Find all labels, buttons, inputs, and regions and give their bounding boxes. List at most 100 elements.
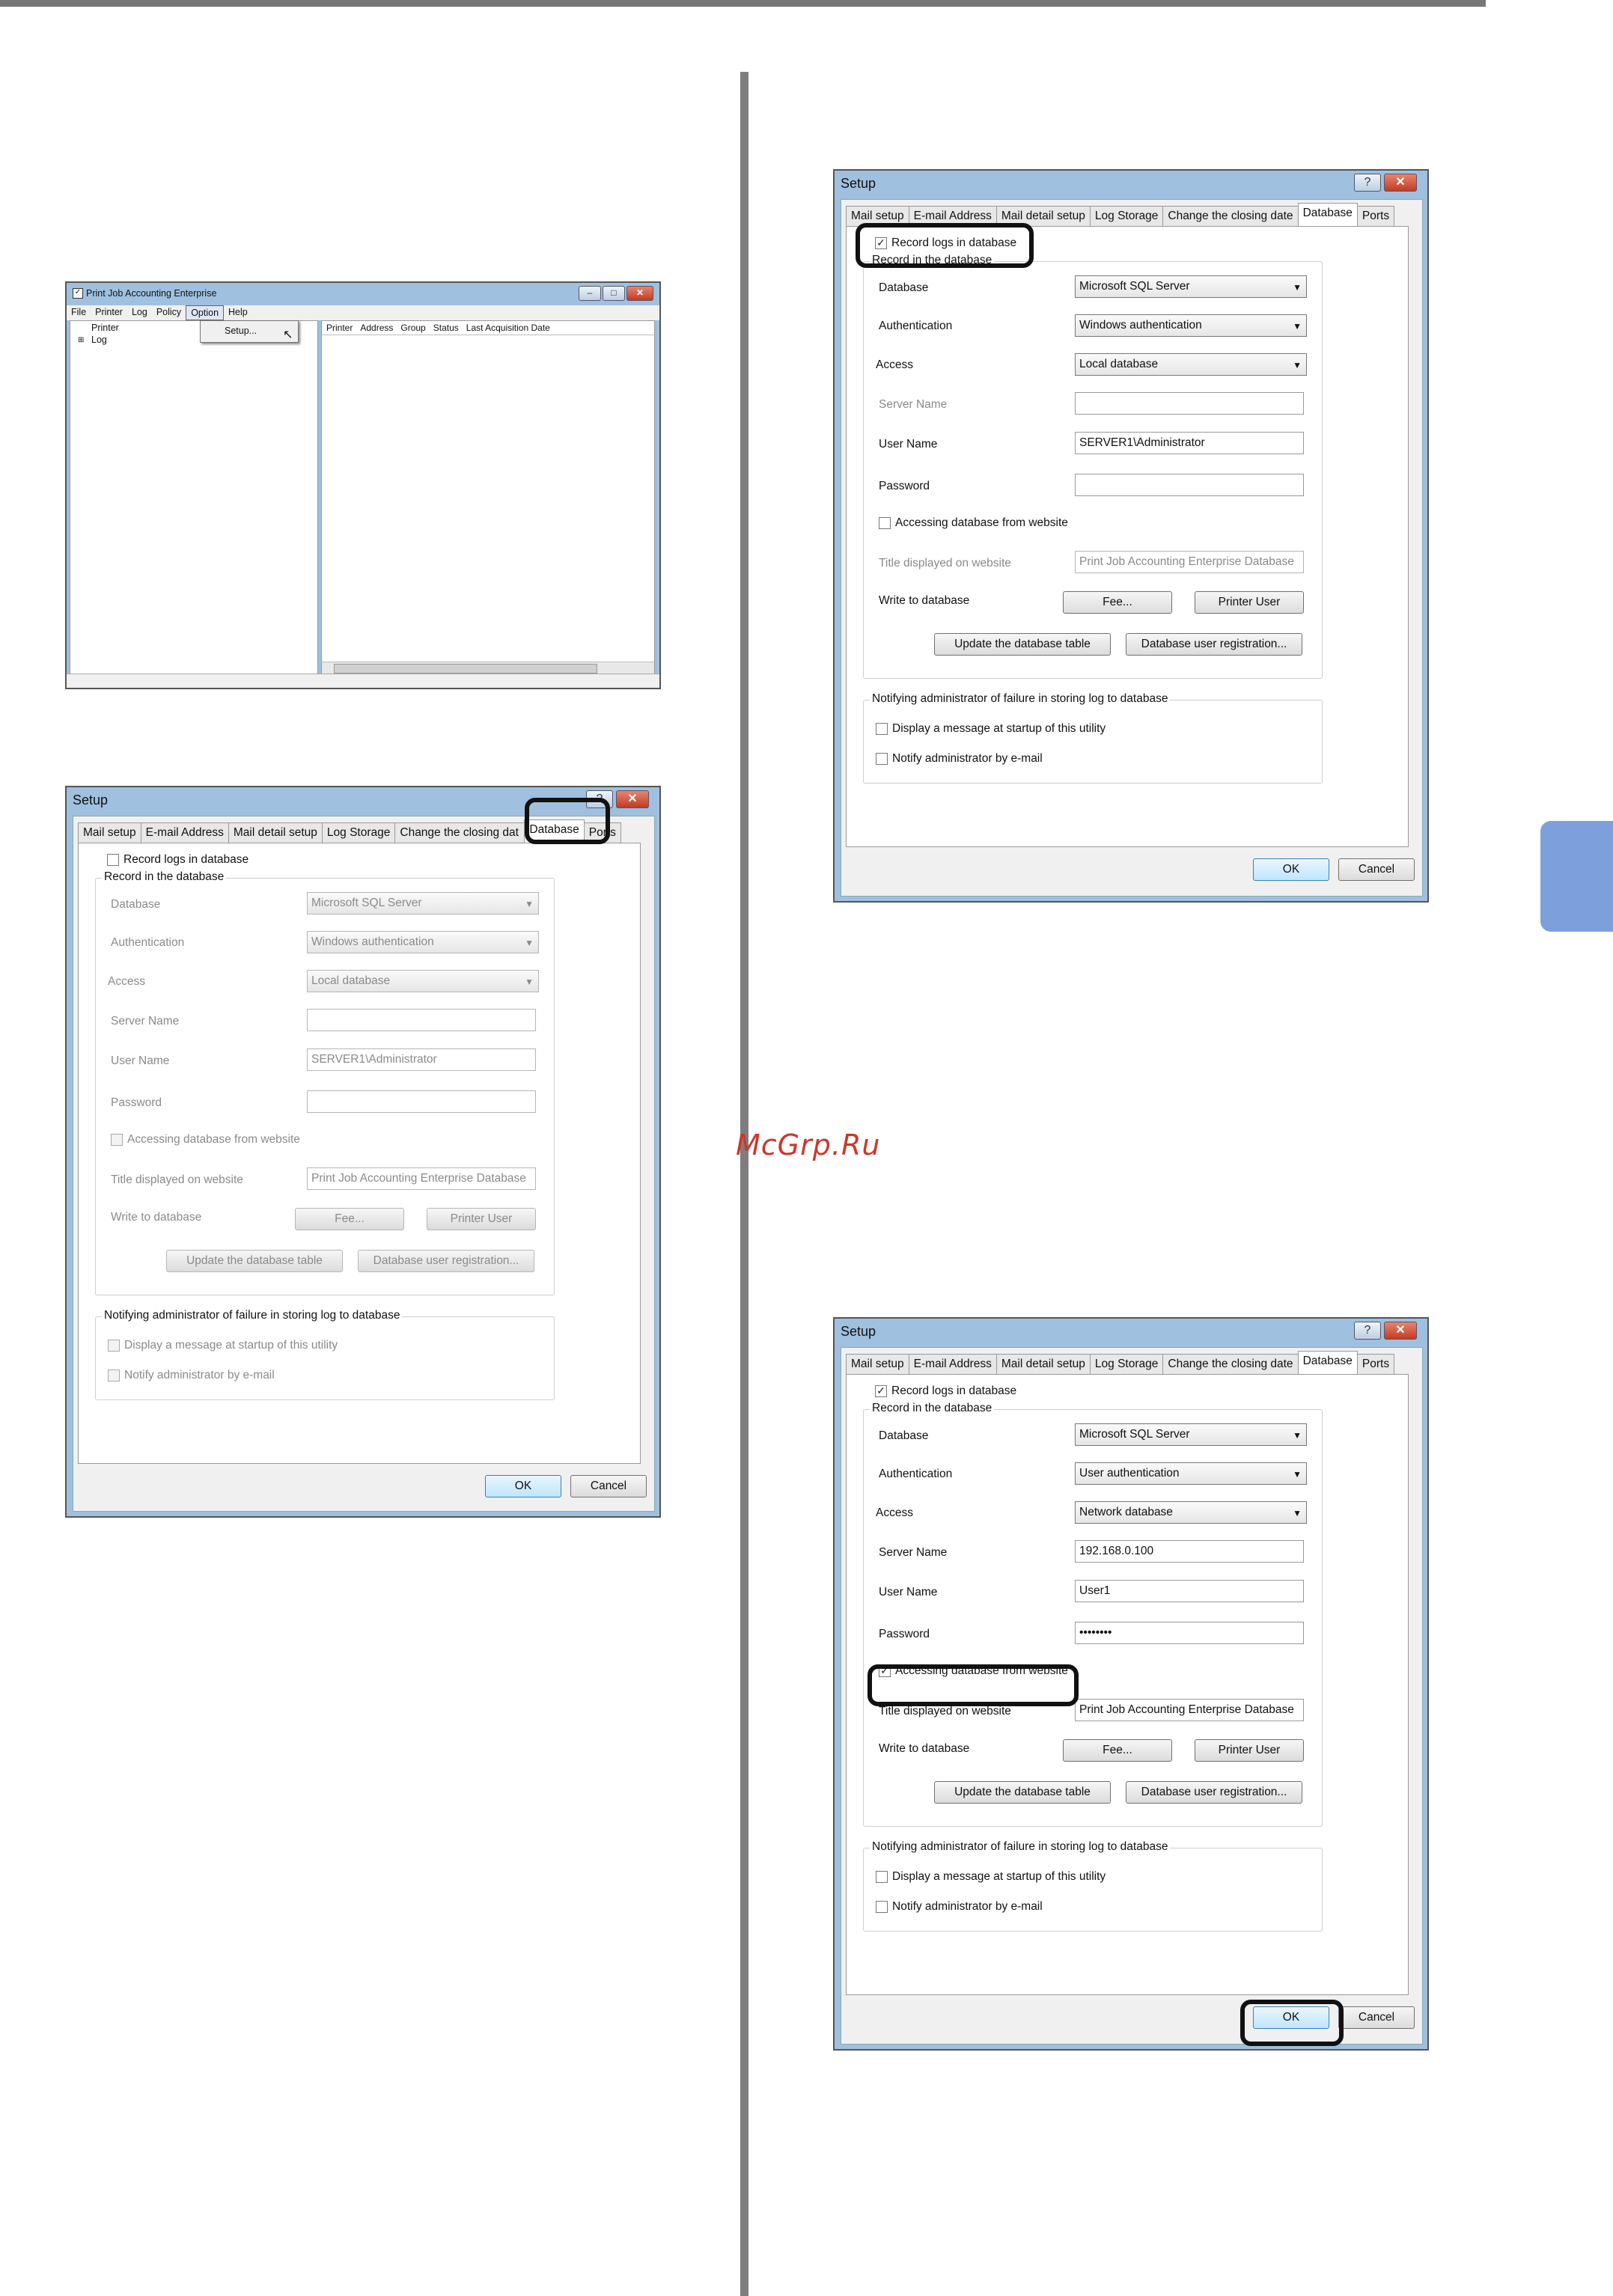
database-select[interactable]: Microsoft SQL Server ▼	[307, 892, 539, 915]
accessing-website-checkbox[interactable]	[111, 1134, 123, 1146]
highlight-record-logs	[856, 223, 1034, 268]
tab-mail-setup[interactable]: Mail setup	[846, 1354, 909, 1376]
tab-log-storage[interactable]: Log Storage	[1089, 1354, 1164, 1376]
chevron-down-icon: ▼	[1293, 1508, 1302, 1518]
display-message-checkbox[interactable]	[876, 1871, 888, 1883]
printer-user-button[interactable]: Printer User	[1195, 591, 1304, 614]
display-message-checkbox[interactable]	[108, 1340, 120, 1352]
db-user-registration-button[interactable]: Database user registration...	[1126, 1781, 1302, 1804]
tab-change-closing-date[interactable]: Change the closing date	[1162, 206, 1299, 228]
menu-help[interactable]: Help	[224, 305, 252, 320]
update-table-button[interactable]: Update the database table	[166, 1250, 343, 1272]
tab-change-closing-date[interactable]: Change the closing dat	[394, 822, 525, 844]
user-name-field[interactable]: User1	[1075, 1580, 1304, 1602]
website-title-field[interactable]: Print Job Accounting Enterprise Database	[1075, 1699, 1304, 1721]
record-group: Record in the database Database Microsof…	[863, 1402, 1323, 1827]
password-field[interactable]	[307, 1090, 536, 1113]
database-select[interactable]: Microsoft SQL Server ▼	[1075, 1423, 1307, 1446]
ok-button[interactable]: OK	[485, 1475, 561, 1497]
password-field[interactable]: ••••••••	[1075, 1622, 1304, 1644]
col-group[interactable]: Group	[400, 321, 425, 335]
authentication-select[interactable]: User authentication ▼	[1075, 1462, 1307, 1485]
tab-mail-detail-setup[interactable]: Mail detail setup	[995, 1354, 1091, 1376]
close-button[interactable]: ✕	[626, 286, 653, 301]
scrollbar-thumb[interactable]	[334, 664, 597, 674]
minimize-button[interactable]: –	[579, 286, 601, 301]
notify-email-checkbox[interactable]	[108, 1370, 120, 1381]
tab-ports[interactable]: Ports	[1356, 1354, 1395, 1376]
user-name-field[interactable]: SERVER1\Administrator	[1075, 432, 1304, 454]
menu-policy[interactable]: Policy	[152, 305, 186, 320]
password-field[interactable]	[1075, 474, 1304, 496]
menu-log[interactable]: Log	[127, 305, 152, 320]
cancel-button[interactable]: Cancel	[570, 1475, 647, 1497]
website-title-field[interactable]: Print Job Accounting Enterprise Database	[1075, 551, 1304, 573]
server-name-field[interactable]	[1075, 392, 1304, 415]
app-title: Print Job Accounting Enterprise	[86, 288, 217, 299]
database-page: ✓ Record logs in database Record in the …	[846, 226, 1409, 847]
fee-button[interactable]: Fee...	[295, 1208, 404, 1230]
close-button[interactable]: ✕	[1384, 174, 1417, 192]
close-button[interactable]: ✕	[616, 790, 649, 808]
tab-email-address[interactable]: E-mail Address	[140, 822, 229, 844]
menu-file[interactable]: File	[67, 305, 91, 320]
printer-user-button[interactable]: Printer User	[427, 1208, 536, 1230]
horizontal-scrollbar[interactable]	[322, 662, 654, 674]
database-value: Microsoft SQL Server	[311, 897, 422, 909]
update-table-button[interactable]: Update the database table	[934, 1781, 1111, 1804]
close-button[interactable]: ✕	[1384, 1322, 1417, 1340]
accessing-website-checkbox[interactable]	[879, 517, 891, 529]
display-message-checkbox[interactable]	[876, 723, 888, 735]
record-logs-checkbox[interactable]	[107, 854, 119, 866]
website-title-field[interactable]: Print Job Accounting Enterprise Database	[307, 1167, 536, 1190]
tab-database[interactable]: Database	[1297, 203, 1358, 228]
tree-item-printer[interactable]: Printer	[91, 323, 119, 333]
ok-button[interactable]: OK	[1253, 858, 1329, 881]
cancel-button[interactable]: Cancel	[1338, 2006, 1415, 2029]
record-logs-checkbox[interactable]: ✓	[875, 1385, 887, 1397]
tab-database[interactable]: Database	[1297, 1351, 1358, 1376]
update-table-button[interactable]: Update the database table	[934, 633, 1111, 656]
tab-email-address[interactable]: E-mail Address	[908, 1354, 997, 1376]
authentication-select[interactable]: Windows authentication ▼	[307, 931, 539, 953]
col-printer[interactable]: Printer	[326, 321, 353, 335]
fee-button[interactable]: Fee...	[1063, 1739, 1172, 1762]
col-status[interactable]: Status	[433, 321, 459, 335]
menu-item-setup[interactable]: Setup...	[225, 326, 257, 336]
notify-email-checkbox[interactable]	[876, 753, 888, 765]
db-user-registration-button[interactable]: Database user registration...	[1126, 633, 1302, 656]
fee-button[interactable]: Fee...	[1063, 591, 1172, 614]
maximize-button[interactable]: □	[603, 286, 625, 301]
menu-bar: File Printer Log Policy Option Help	[67, 305, 659, 320]
write-to-database-label: Write to database	[111, 1211, 202, 1224]
tab-mail-setup[interactable]: Mail setup	[78, 822, 141, 844]
tab-mail-detail-setup[interactable]: Mail detail setup	[228, 822, 323, 844]
user-name-field[interactable]: SERVER1\Administrator	[307, 1048, 536, 1071]
password-label: Password	[879, 1628, 930, 1640]
tab-log-storage[interactable]: Log Storage	[321, 822, 396, 844]
access-select[interactable]: Network database ▼	[1075, 1501, 1307, 1524]
menu-option[interactable]: Option	[186, 305, 225, 320]
website-title-label: Title displayed on website	[111, 1173, 243, 1186]
col-last-acquisition-date[interactable]: Last Acquisition Date	[466, 321, 550, 335]
tab-change-closing-date[interactable]: Change the closing date	[1162, 1354, 1299, 1376]
printer-user-button[interactable]: Printer User	[1195, 1739, 1304, 1762]
database-select[interactable]: Microsoft SQL Server ▼	[1075, 275, 1307, 298]
access-select[interactable]: Local database ▼	[1075, 353, 1307, 376]
help-button[interactable]: ?	[1354, 174, 1381, 192]
col-address[interactable]: Address	[360, 321, 393, 335]
db-user-registration-button[interactable]: Database user registration...	[358, 1250, 534, 1272]
help-button[interactable]: ?	[1354, 1322, 1381, 1340]
tab-log-storage[interactable]: Log Storage	[1089, 206, 1164, 228]
notify-email-checkbox[interactable]	[876, 1901, 888, 1913]
expand-icon[interactable]: ⊞	[78, 336, 84, 344]
cancel-button[interactable]: Cancel	[1338, 858, 1415, 881]
tree-item-log[interactable]: Log	[91, 335, 107, 345]
tab-ports[interactable]: Ports	[1356, 206, 1395, 228]
server-name-field[interactable]	[307, 1009, 536, 1031]
menu-printer[interactable]: Printer	[91, 305, 127, 320]
database-label: Database	[111, 898, 161, 911]
access-select[interactable]: Local database ▼	[307, 970, 539, 992]
authentication-select[interactable]: Windows authentication ▼	[1075, 314, 1307, 337]
server-name-field[interactable]: 192.168.0.100	[1075, 1540, 1304, 1563]
